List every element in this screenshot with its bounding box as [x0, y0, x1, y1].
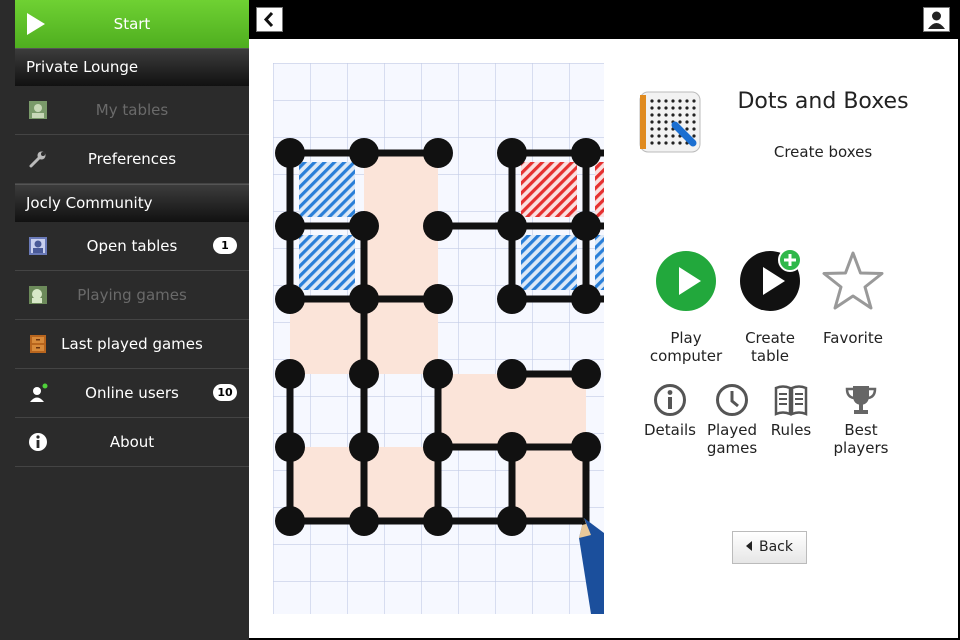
best-players-button[interactable]: Best players [826, 383, 896, 457]
best-players-label: Best players [833, 421, 889, 457]
board-dot [497, 359, 527, 389]
caret-left-icon [746, 541, 752, 551]
back-label: Back [759, 539, 793, 555]
rules-button[interactable]: Rules [756, 383, 826, 439]
board-dot [571, 138, 601, 168]
create-table-label: Create table [745, 329, 795, 365]
top-bar [249, 0, 960, 39]
start-label: Start [113, 15, 151, 33]
board-box [512, 447, 586, 521]
sidebar-item-online-users[interactable]: Online users 10 [15, 369, 249, 418]
board-dot [497, 506, 527, 536]
board-box [364, 447, 438, 521]
board-dot [571, 284, 601, 314]
board-dot [349, 211, 379, 241]
board-dot [423, 138, 453, 168]
board-box [364, 153, 438, 226]
section-header-private-lounge: Private Lounge [15, 48, 249, 86]
favorite-label: Favorite [823, 329, 883, 347]
board-dot [423, 284, 453, 314]
board-dot [275, 432, 305, 462]
info-circle-icon [654, 384, 686, 416]
sidebar: Start Private Lounge My tables Preferenc… [0, 0, 249, 640]
board-dot [497, 284, 527, 314]
game-title: Dots and Boxes [737, 89, 909, 114]
section-header-jocly-community: Jocly Community [15, 184, 249, 222]
board-dot [349, 138, 379, 168]
board-dot [497, 211, 527, 241]
board-dot [275, 138, 305, 168]
rules-label: Rules [770, 421, 812, 439]
sidebar-item-open-tables[interactable]: Open tables 1 [15, 222, 249, 271]
play-icon [656, 251, 716, 311]
board-dot [275, 506, 305, 536]
play-computer-label: Play computer [649, 329, 723, 365]
sidebar-item-last-played-games[interactable]: Last played games [15, 320, 249, 369]
clock-icon [716, 384, 748, 416]
trophy-icon [845, 386, 877, 414]
board-box [364, 226, 438, 299]
board-box [521, 235, 577, 290]
dots-and-boxes-logo [639, 91, 701, 153]
main-panel: Dots and Boxes Create boxes Play compute… [249, 39, 958, 638]
board-box [521, 162, 577, 217]
board-box [595, 162, 604, 217]
sidebar-item-label: Preferences [87, 150, 177, 168]
board-dot [349, 284, 379, 314]
user-profile-button[interactable] [923, 7, 950, 32]
board-box [299, 162, 355, 217]
board-dot [423, 506, 453, 536]
star-icon [822, 251, 884, 311]
board-dot [497, 432, 527, 462]
board-box [299, 235, 355, 290]
board-dot [349, 359, 379, 389]
board-dot [423, 211, 453, 241]
back-button[interactable]: Back [732, 531, 807, 564]
board-dot [349, 506, 379, 536]
board-dot [275, 359, 305, 389]
sidebar-item-preferences[interactable]: Preferences [15, 135, 249, 184]
back-arrow-button[interactable] [256, 7, 283, 32]
board-box [364, 299, 438, 374]
create-table-icon [740, 248, 802, 311]
board-dot [571, 359, 601, 389]
board-dot [571, 211, 601, 241]
board-box [290, 447, 364, 521]
game-subtitle: Create boxes [773, 143, 873, 161]
favorite-button[interactable]: Favorite [808, 251, 898, 347]
board-box [512, 374, 586, 447]
board-dot [275, 284, 305, 314]
board-box [438, 374, 512, 447]
book-icon [774, 385, 808, 416]
board-box [290, 299, 364, 374]
user-icon [928, 11, 945, 29]
online-users-count-badge: 10 [213, 384, 237, 401]
create-table-button[interactable]: Create table [725, 248, 815, 365]
details-label: Details [643, 421, 696, 439]
board-dot [349, 432, 379, 462]
start-button[interactable]: Start [15, 0, 249, 48]
board-dot [423, 359, 453, 389]
board-dot [497, 138, 527, 168]
sidebar-item-about[interactable]: About [15, 418, 249, 467]
sidebar-item-label: Playing games [77, 286, 187, 304]
sidebar-item-my-tables[interactable]: My tables [15, 86, 249, 135]
board-dot [423, 432, 453, 462]
details-button[interactable]: Details [635, 383, 705, 439]
sidebar-item-label: Last played games [61, 335, 203, 353]
board-box [595, 235, 604, 290]
sidebar-item-playing-games[interactable]: Playing games [15, 271, 249, 320]
play-computer-button[interactable]: Play computer [641, 251, 731, 365]
board-dot [571, 432, 601, 462]
board-dot [275, 211, 305, 241]
sidebar-item-label: My tables [95, 101, 169, 119]
open-tables-count-badge: 1 [213, 237, 237, 254]
chevron-left-icon [263, 11, 274, 28]
sidebar-item-label: About [109, 433, 155, 451]
game-board-preview [273, 63, 604, 614]
